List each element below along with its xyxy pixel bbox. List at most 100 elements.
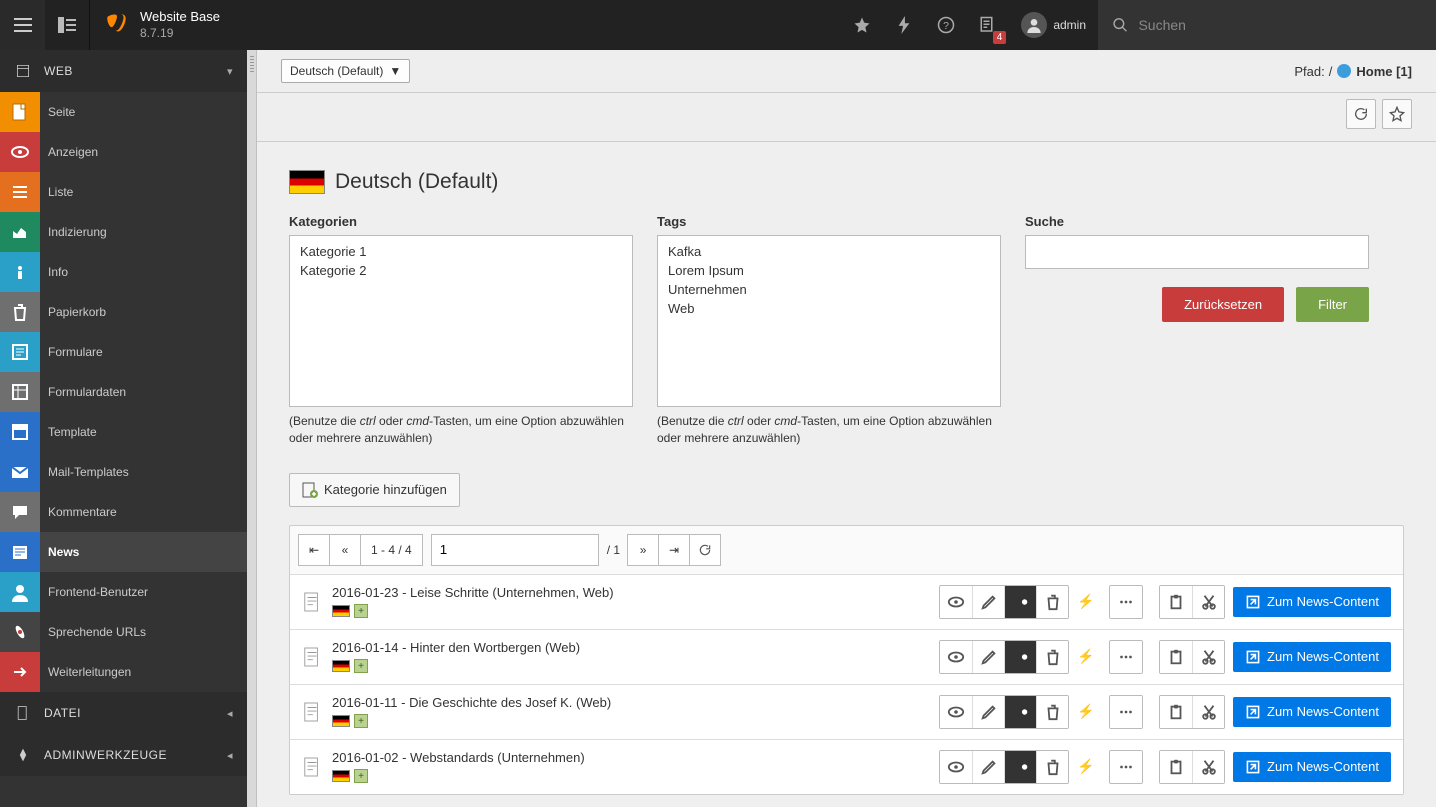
record-title[interactable]: 2016-01-14 - Hinter den Wortbergen (Web) xyxy=(332,640,921,655)
page-first[interactable]: ⇤ xyxy=(298,534,330,566)
path-label: Pfad: xyxy=(1294,64,1324,79)
tags-select[interactable]: KafkaLorem IpsumUnternehmenWeb xyxy=(657,235,1001,407)
reset-button[interactable]: Zurücksetzen xyxy=(1162,287,1284,322)
more-actions-button[interactable] xyxy=(1110,696,1142,728)
more-actions-button[interactable] xyxy=(1110,586,1142,618)
filter-search-input[interactable] xyxy=(1025,235,1369,269)
more-actions-button[interactable] xyxy=(1110,641,1142,673)
tag-option[interactable]: Unternehmen xyxy=(664,280,994,299)
link-icon xyxy=(1245,649,1261,665)
record-title[interactable]: 2016-01-02 - Webstandards (Unternehmen) xyxy=(332,750,921,765)
to-content-button[interactable]: Zum News-Content xyxy=(1233,642,1391,672)
sidebar-group-admin[interactable]: ADMINWERKZEUGE◂ xyxy=(0,734,247,776)
sidebar-item-anzeigen[interactable]: Anzeigen xyxy=(0,132,247,172)
record-title[interactable]: 2016-01-23 - Leise Schritte (Unternehmen… xyxy=(332,585,921,600)
user-menu[interactable]: admin xyxy=(1009,12,1098,38)
category-option[interactable]: Kategorie 2 xyxy=(296,261,626,280)
cache-status-icon: ⚡ xyxy=(1077,648,1093,665)
categories-select[interactable]: Kategorie 1Kategorie 2 xyxy=(289,235,633,407)
view-button[interactable] xyxy=(940,586,972,618)
add-record-icon xyxy=(302,482,318,498)
bookmark-button[interactable] xyxy=(841,0,883,50)
category-option[interactable]: Kategorie 1 xyxy=(296,242,626,261)
cut-button[interactable] xyxy=(1192,696,1224,728)
global-search[interactable] xyxy=(1098,0,1436,50)
cut-button[interactable] xyxy=(1192,641,1224,673)
page-prev[interactable]: « xyxy=(329,534,361,566)
sidebar-item-news[interactable]: News xyxy=(0,532,247,572)
cut-button[interactable] xyxy=(1192,586,1224,618)
sidebar-item-formulare[interactable]: Formulare xyxy=(0,332,247,372)
sidebar-group-datei[interactable]: DATEI◂ xyxy=(0,692,247,734)
add-localization-button[interactable]: + xyxy=(354,659,368,673)
bookmark-page-button[interactable] xyxy=(1382,99,1412,129)
sidebar-group-label: DATEI xyxy=(44,706,81,720)
edit-button[interactable] xyxy=(972,751,1004,783)
sidebar-item-feuser[interactable]: Frontend-Benutzer xyxy=(0,572,247,612)
sidebar-item-label: Mail-Templates xyxy=(40,465,129,479)
sidebar-item-seite[interactable]: Seite xyxy=(0,92,247,132)
sidebar-item-kommentare[interactable]: Kommentare xyxy=(0,492,247,532)
hide-toggle[interactable] xyxy=(1004,751,1036,783)
sidebar-item-redirect[interactable]: Weiterleitungen xyxy=(0,652,247,692)
paste-button[interactable] xyxy=(1160,751,1192,783)
view-button[interactable] xyxy=(940,751,972,783)
paste-button[interactable] xyxy=(1160,696,1192,728)
add-localization-button[interactable]: + xyxy=(354,769,368,783)
tag-option[interactable]: Lorem Ipsum xyxy=(664,261,994,280)
hide-toggle[interactable] xyxy=(1004,586,1036,618)
help-button[interactable]: ? xyxy=(925,0,967,50)
page-reload[interactable] xyxy=(689,534,721,566)
edit-button[interactable] xyxy=(972,641,1004,673)
page-next[interactable]: » xyxy=(627,534,659,566)
view-button[interactable] xyxy=(940,641,972,673)
refresh-icon xyxy=(698,543,712,557)
paste-button[interactable] xyxy=(1160,641,1192,673)
cut-button[interactable] xyxy=(1192,751,1224,783)
edit-button[interactable] xyxy=(972,696,1004,728)
sidebar-item-papierkorb[interactable]: Papierkorb xyxy=(0,292,247,332)
hide-toggle[interactable] xyxy=(1004,641,1036,673)
delete-button[interactable] xyxy=(1036,586,1068,618)
opendocs-button[interactable]: 4 xyxy=(967,0,1009,50)
page-input[interactable] xyxy=(431,534,599,566)
sidebar-item-urls[interactable]: Sprechende URLs xyxy=(0,612,247,652)
add-localization-button[interactable]: + xyxy=(354,714,368,728)
filter-button[interactable]: Filter xyxy=(1296,287,1369,322)
search-icon xyxy=(1112,16,1128,34)
to-content-button[interactable]: Zum News-Content xyxy=(1233,587,1391,617)
add-category-button[interactable]: Kategorie hinzufügen xyxy=(289,473,460,507)
sidebar-group-web[interactable]: WEB▾ xyxy=(0,50,247,92)
paste-button[interactable] xyxy=(1160,586,1192,618)
sidebar-item-formulardaten[interactable]: Formulardaten xyxy=(0,372,247,412)
add-localization-button[interactable]: + xyxy=(354,604,368,618)
sidebar-item-template[interactable]: Template xyxy=(0,412,247,452)
hide-toggle[interactable] xyxy=(1004,696,1036,728)
search-input[interactable] xyxy=(1138,17,1422,33)
sidebar-item-indizierung[interactable]: Indizierung xyxy=(0,212,247,252)
tag-option[interactable]: Kafka xyxy=(664,242,994,261)
delete-button[interactable] xyxy=(1036,696,1068,728)
to-content-button[interactable]: Zum News-Content xyxy=(1233,697,1391,727)
to-content-button[interactable]: Zum News-Content xyxy=(1233,752,1391,782)
menu-toggle[interactable] xyxy=(0,0,45,50)
language-select[interactable]: Deutsch (Default) ▼ xyxy=(281,59,410,83)
more-actions-button[interactable] xyxy=(1110,751,1142,783)
delete-button[interactable] xyxy=(1036,641,1068,673)
user-icon xyxy=(0,572,40,612)
sidebar-item-info[interactable]: Info xyxy=(0,252,247,292)
record-title[interactable]: 2016-01-11 - Die Geschichte des Josef K.… xyxy=(332,695,921,710)
sidebar-item-liste[interactable]: Liste xyxy=(0,172,247,212)
edit-button[interactable] xyxy=(972,586,1004,618)
delete-button[interactable] xyxy=(1036,751,1068,783)
sidebar-resizer[interactable] xyxy=(247,50,257,807)
reload-button[interactable] xyxy=(1346,99,1376,129)
module-panel-toggle[interactable] xyxy=(45,0,90,50)
view-button[interactable] xyxy=(940,696,972,728)
sidebar-item-label: Info xyxy=(40,265,68,279)
tag-option[interactable]: Web xyxy=(664,299,994,318)
page-last[interactable]: ⇥ xyxy=(658,534,690,566)
sidebar-item-mail[interactable]: Mail-Templates xyxy=(0,452,247,492)
cache-button[interactable] xyxy=(883,0,925,50)
site-version: 8.7.19 xyxy=(140,26,220,42)
